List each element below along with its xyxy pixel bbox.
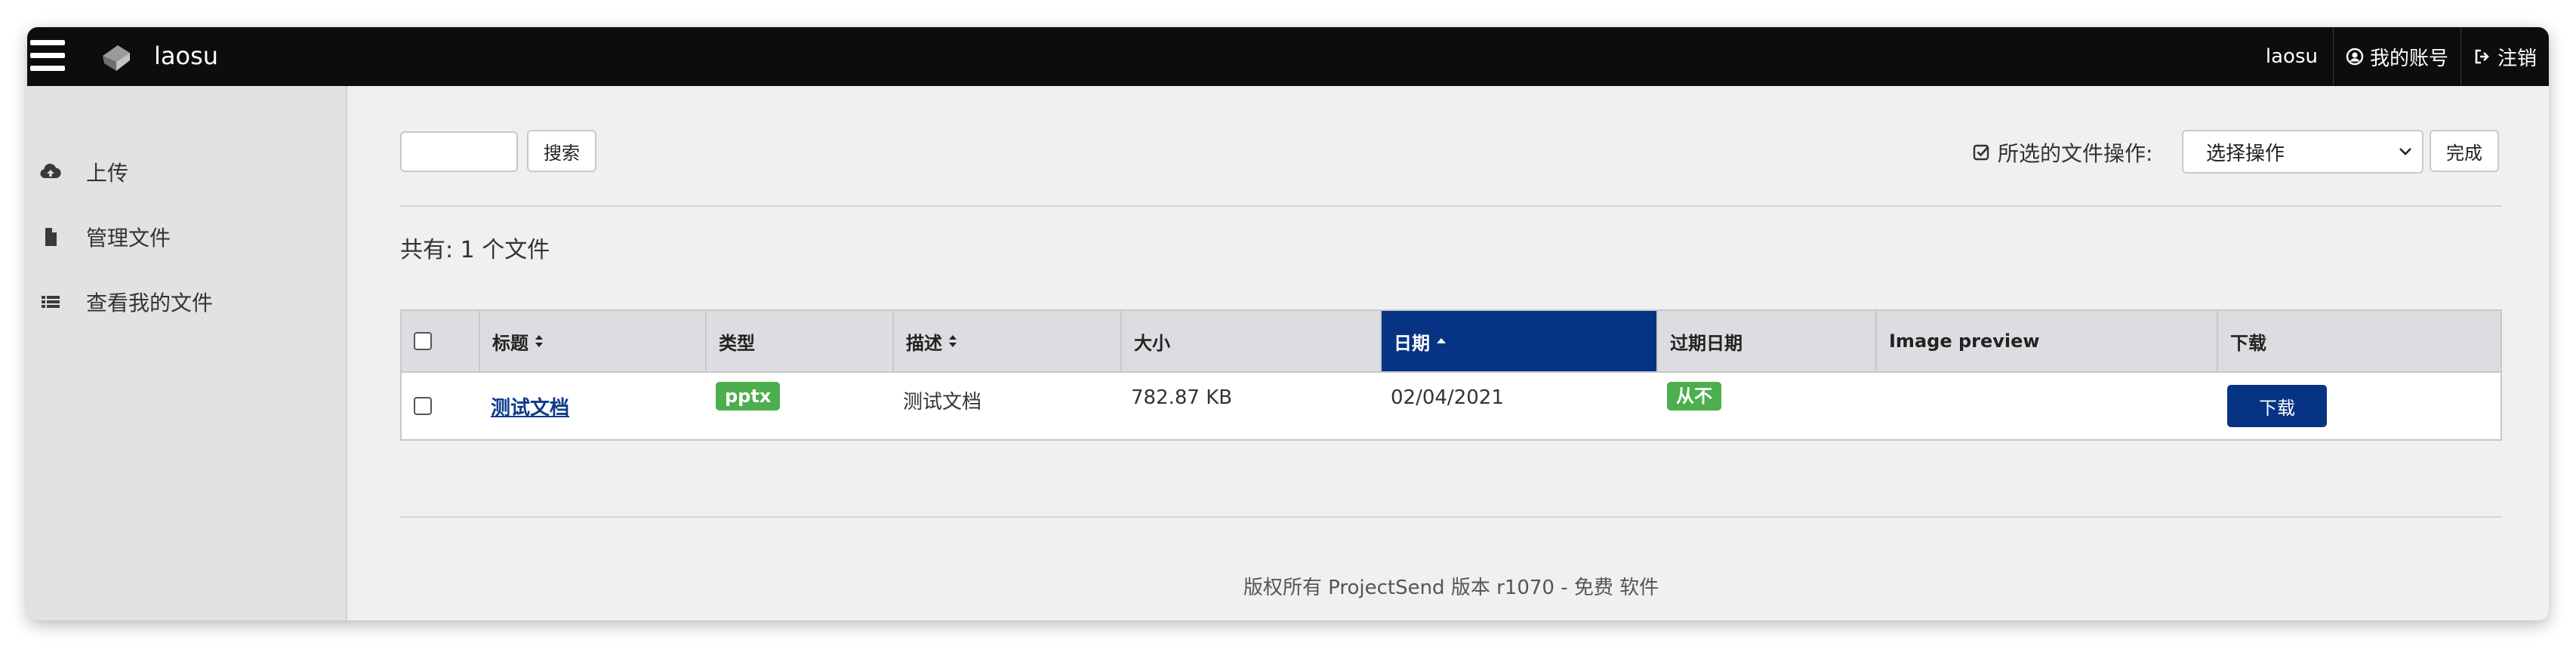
select-all-checkbox[interactable] xyxy=(414,332,432,350)
expiry-cell: 从不 xyxy=(1656,373,1875,439)
my-account-link[interactable]: 我的账号 xyxy=(2332,27,2460,86)
sort-icon xyxy=(535,335,543,347)
header-description[interactable]: 描述 xyxy=(892,311,1120,371)
sort-asc-icon xyxy=(1437,338,1446,343)
header-label: 类型 xyxy=(719,332,755,354)
navbar-right: laosu 我的账号 注销 xyxy=(2254,27,2549,86)
bulk-action-select[interactable]: 选择操作 xyxy=(2182,130,2423,174)
type-cell: pptx xyxy=(705,373,892,439)
search-input[interactable] xyxy=(400,131,518,172)
title-cell: 测试文档 xyxy=(479,373,705,439)
header-date[interactable]: 日期 xyxy=(1380,311,1656,371)
image-preview-cell xyxy=(1875,373,2217,439)
sidebar: 上传 管理文件 查看我的文件 xyxy=(27,86,347,620)
sidebar-item-label: 管理文件 xyxy=(86,226,171,251)
sidebar-item-upload[interactable]: 上传 xyxy=(27,149,346,195)
date-cell: 02/04/2021 xyxy=(1391,386,1504,409)
chevron-down-icon xyxy=(2399,148,2411,155)
logo-icon xyxy=(103,45,130,71)
top-navbar: laosu laosu 我的账号 注销 xyxy=(27,27,2549,86)
files-table: 标题 类型 描述 大小 日期 过期日期 Image preview 下载 测试文… xyxy=(400,309,2502,441)
sign-out-icon xyxy=(2475,49,2489,64)
search-button[interactable]: 搜索 xyxy=(527,130,596,172)
select-all-header xyxy=(402,311,479,371)
table-header: 标题 类型 描述 大小 日期 过期日期 Image preview 下载 xyxy=(402,311,2501,373)
logout-label: 注销 xyxy=(2497,47,2537,70)
header-label: 日期 xyxy=(1394,332,1430,354)
brand-name[interactable]: laosu xyxy=(154,41,218,71)
header-download: 下载 xyxy=(2217,311,2501,371)
header-image-preview: Image preview xyxy=(1875,311,2217,371)
footer-divider xyxy=(400,516,2502,518)
hamburger-menu-icon[interactable] xyxy=(30,40,65,72)
bulk-actions-text: 所选的文件操作: xyxy=(1998,141,2153,166)
logout-link[interactable]: 注销 xyxy=(2460,27,2549,86)
file-type-badge: pptx xyxy=(716,382,781,411)
size-cell: 782.87 KB xyxy=(1131,386,1233,409)
description-cell: 测试文档 xyxy=(903,391,982,414)
user-circle-icon xyxy=(2346,48,2364,66)
file-title-link[interactable]: 测试文档 xyxy=(491,392,569,420)
header-label: 过期日期 xyxy=(1670,332,1742,354)
username-label: laosu xyxy=(2254,27,2333,86)
header-label: 描述 xyxy=(906,332,942,354)
check-square-icon xyxy=(1973,144,1989,161)
sort-icon xyxy=(949,335,957,347)
download-cell: 下载 xyxy=(2217,373,2501,439)
header-expiry: 过期日期 xyxy=(1656,311,1875,371)
divider xyxy=(400,205,2502,207)
bulk-actions-label: 所选的文件操作: xyxy=(1972,139,2152,166)
list-icon xyxy=(42,296,60,308)
my-account-label: 我的账号 xyxy=(2369,47,2448,70)
app-window: laosu laosu 我的账号 注销 上传 管理文件 查看我的文件 搜索 所选… xyxy=(27,27,2549,620)
header-size: 大小 xyxy=(1120,311,1380,371)
row-select-cell xyxy=(402,373,479,439)
bulk-action-selected: 选择操作 xyxy=(2206,142,2285,165)
header-title[interactable]: 标题 xyxy=(479,311,705,371)
header-label: 标题 xyxy=(492,332,528,354)
sidebar-item-my-files[interactable]: 查看我的文件 xyxy=(27,279,346,324)
cloud-upload-icon xyxy=(40,163,61,178)
header-label: 下载 xyxy=(2230,332,2266,354)
done-button[interactable]: 完成 xyxy=(2430,130,2499,172)
username-text: laosu xyxy=(2265,45,2318,68)
sidebar-item-label: 上传 xyxy=(86,161,129,186)
expiry-badge: 从不 xyxy=(1667,382,1721,411)
header-label: 大小 xyxy=(1134,332,1170,354)
download-button[interactable]: 下载 xyxy=(2227,385,2327,427)
header-label: Image preview xyxy=(1889,331,2040,352)
sidebar-item-manage-files[interactable]: 管理文件 xyxy=(27,214,346,260)
file-icon xyxy=(45,228,57,246)
footer-text: 版权所有 ProjectSend 版本 r1070 - 免费 软件 xyxy=(1243,577,1659,599)
sidebar-item-label: 查看我的文件 xyxy=(86,291,214,315)
file-count: 共有: 1 个文件 xyxy=(400,237,550,263)
header-type: 类型 xyxy=(705,311,892,371)
row-checkbox[interactable] xyxy=(414,397,432,415)
